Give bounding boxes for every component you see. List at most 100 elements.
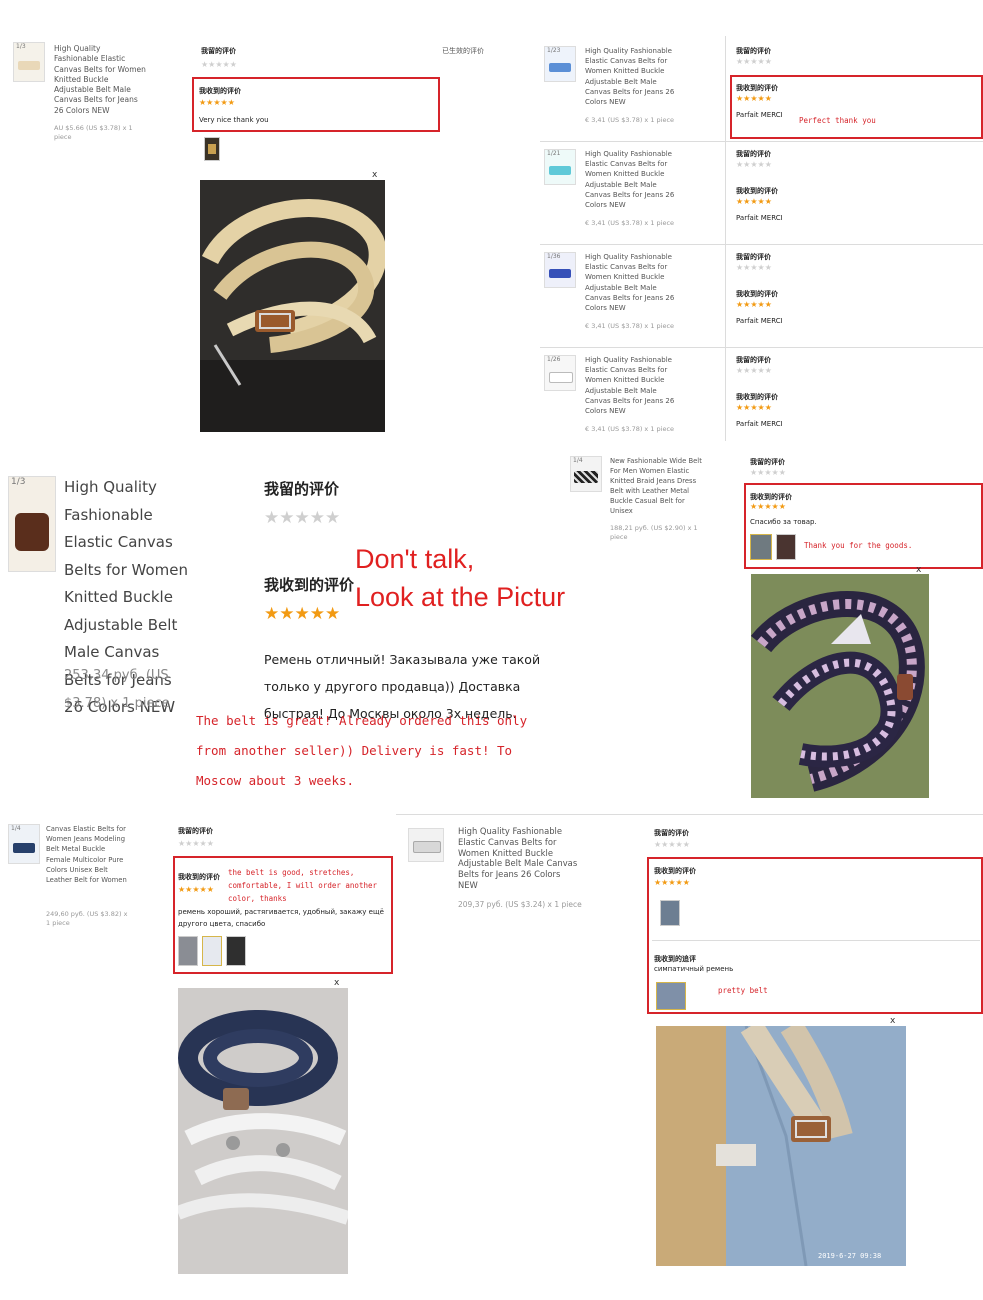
review-text: Very nice thank you	[199, 116, 269, 124]
review-translation: the belt is good, stretches, comfortable…	[228, 868, 378, 903]
tagline-line-2: Look at the Picture	[355, 582, 581, 612]
review-translation: Perfect thank you	[799, 116, 876, 125]
review-photo-thumb[interactable]	[660, 900, 680, 926]
product-thumbnail[interactable]: 1/3	[8, 476, 56, 572]
review-panel-b: 1/23 High Quality Fashionable Elastic Ca…	[530, 36, 983, 441]
product-price: AU $5.66 (US $3.78) x 1 piece	[54, 124, 133, 141]
product-price: 249,60 руб. (US $3.82) x 1 piece	[46, 910, 128, 927]
product-price: € 3,41 (US $3.78) x 1 piece	[585, 425, 675, 433]
received-review-stars: ★★★★★	[736, 94, 772, 103]
product-price: 209,37 руб. (US $3.24) x 1 piece	[458, 900, 582, 909]
received-review-stars: ★★★★★	[736, 197, 772, 206]
close-icon[interactable]: x	[334, 978, 339, 988]
thumbnail-index: 1/3	[16, 43, 26, 50]
my-review-stars: ★★★★★	[736, 366, 772, 375]
received-review-stars: ★★★★★	[264, 604, 341, 624]
received-review-header: 我收到的评价	[750, 493, 792, 501]
product-price: 188,21 руб. (US $2.90) x 1 piece	[610, 524, 698, 541]
product-price: € 3,41 (US $3.78) x 1 piece	[585, 116, 675, 124]
tagline-line-1: Don't talk,	[355, 544, 475, 574]
my-review-header: 我留的评价	[264, 480, 340, 498]
promo-tagline: Don't talk, Look at the Picture	[355, 540, 580, 616]
review-photo-thumb[interactable]	[656, 982, 686, 1010]
received-review-stars: ★★★★★	[178, 885, 214, 894]
thumbnail-index: 1/3	[11, 477, 26, 487]
received-review-header: 我收到的评价	[178, 873, 220, 881]
followup-review-header: 我收到的追评	[654, 955, 696, 963]
my-review-stars: ★★★★★	[264, 508, 341, 528]
review-photo-thumb[interactable]	[204, 137, 220, 161]
followup-review-text: симпатичный ремень	[654, 965, 734, 973]
thumbnail-index: 1/36	[547, 253, 561, 260]
product-thumbnail[interactable]	[408, 828, 444, 862]
close-icon[interactable]: x	[890, 1016, 895, 1026]
review-photo-navy-white-belts[interactable]	[178, 988, 348, 1274]
review-photo-thumb[interactable]	[226, 936, 246, 966]
product-title[interactable]: High Quality Fashionable Elastic Canvas …	[585, 149, 683, 210]
review-translation: The belt is great! Already ordered this …	[196, 713, 528, 788]
review-text: Parfait MERCI	[736, 214, 783, 222]
review-photo-beige-belt[interactable]	[200, 180, 385, 432]
product-price: € 3,41 (US $3.78) x 1 piece	[585, 219, 675, 227]
my-review-header: 我留的评价	[750, 458, 785, 466]
product-thumbnail[interactable]: 1/4	[8, 824, 40, 864]
thumbnail-index: 1/26	[547, 356, 561, 363]
my-review-header: 我留的评价	[178, 827, 213, 835]
product-thumbnail[interactable]: 1/3	[13, 42, 45, 82]
review-translation: Thank you for the goods.	[804, 541, 913, 550]
review-photo-thumb[interactable]	[776, 534, 796, 560]
product-thumbnail[interactable]: 1/23	[544, 46, 576, 82]
review-text: Parfait MERCI	[736, 111, 783, 119]
my-review-header: 我留的评价	[736, 356, 771, 364]
product-thumbnail[interactable]: 1/4	[570, 456, 602, 492]
review-panel-a: 1/3 High Quality Fashionable Elastic Can…	[8, 36, 513, 436]
review-text: Parfait MERCI	[736, 420, 783, 428]
product-title[interactable]: High Quality Fashionable Elastic Canvas …	[585, 355, 683, 416]
received-review-header: 我收到的评价	[264, 576, 355, 594]
received-review-stars: ★★★★★	[750, 502, 786, 511]
received-review-stars: ★★★★★	[736, 403, 772, 412]
product-price: € 3,41 (US $3.78) x 1 piece	[585, 322, 675, 330]
received-review-stars: ★★★★★	[736, 300, 772, 309]
product-title[interactable]: High Quality Fashionable Elastic Canvas …	[585, 46, 683, 107]
product-thumbnail[interactable]: 1/21	[544, 149, 576, 185]
review-photo-thumb[interactable]	[202, 936, 222, 966]
product-title[interactable]: New Fashionable Wide Belt For Men Women …	[610, 456, 706, 516]
my-review-stars: ★★★★★	[178, 839, 214, 848]
review-text: ремень хороший, растягивается, удобный, …	[178, 908, 384, 928]
product-thumbnail[interactable]: 1/36	[544, 252, 576, 288]
review-text: Parfait MERCI	[736, 317, 783, 325]
product-title[interactable]: High Quality Fashionable Elastic Canvas …	[54, 44, 146, 116]
my-review-header: 我留的评价	[201, 47, 236, 55]
my-review-stars: ★★★★★	[201, 60, 237, 69]
my-review-header: 我留的评价	[736, 150, 771, 158]
review-translation: pretty belt	[718, 986, 768, 995]
thumbnail-index: 1/21	[547, 150, 561, 157]
review-photo-thumb[interactable]	[178, 936, 198, 966]
received-review-header: 我收到的评价	[736, 187, 778, 195]
my-review-stars: ★★★★★	[736, 57, 772, 66]
review-photo-thumb[interactable]	[750, 534, 772, 560]
product-thumbnail[interactable]: 1/26	[544, 355, 576, 391]
product-title[interactable]: High Quality Fashionable Elastic Canvas …	[458, 826, 582, 891]
product-title[interactable]: High Quality Fashionable Elastic Canvas …	[585, 252, 683, 313]
thumbnail-index: 1/23	[547, 47, 561, 54]
received-review-header: 我收到的评价	[736, 393, 778, 401]
my-review-stars: ★★★★★	[750, 468, 786, 477]
my-review-stars: ★★★★★	[654, 840, 690, 849]
review-panel-f: High Quality Fashionable Elastic Canvas …	[396, 814, 983, 1284]
my-review-stars: ★★★★★	[736, 263, 772, 272]
received-review-highlight	[647, 857, 983, 1014]
review-photo-jeans-belt[interactable]: 2019-6-27 09:38	[656, 1026, 906, 1266]
review-photo-striped-belt[interactable]	[751, 574, 929, 798]
my-review-header: 我留的评价	[654, 829, 689, 837]
close-icon[interactable]: x	[372, 170, 377, 180]
thumbnail-index: 1/4	[573, 457, 583, 464]
my-review-header: 我留的评价	[736, 253, 771, 261]
received-review-header: 我收到的评价	[654, 867, 696, 875]
product-title[interactable]: Canvas Elastic Belts for Women Jeans Mod…	[46, 824, 130, 885]
review-text: Спасибо за товар.	[750, 518, 817, 526]
received-review-stars: ★★★★★	[654, 878, 690, 887]
review-panel-d: 1/4 New Fashionable Wide Belt For Men Wo…	[566, 452, 983, 802]
received-review-stars: ★★★★★	[199, 98, 235, 107]
